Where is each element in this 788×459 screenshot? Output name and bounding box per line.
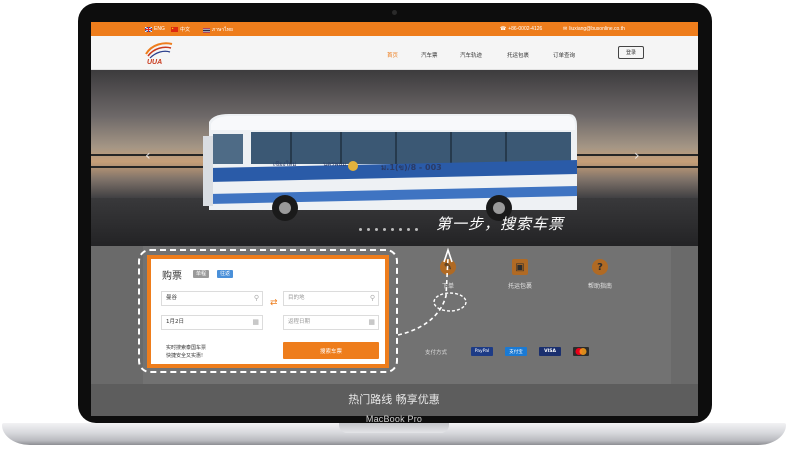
laptop-notch (339, 423, 449, 433)
macbook-mockup: ENG 中文 ภาษาไทย ☎ +86-0002-4126 ✉ liuxian… (0, 0, 788, 459)
annotation-arrow (397, 247, 467, 336)
device-label: MacBook Pro (365, 414, 423, 424)
